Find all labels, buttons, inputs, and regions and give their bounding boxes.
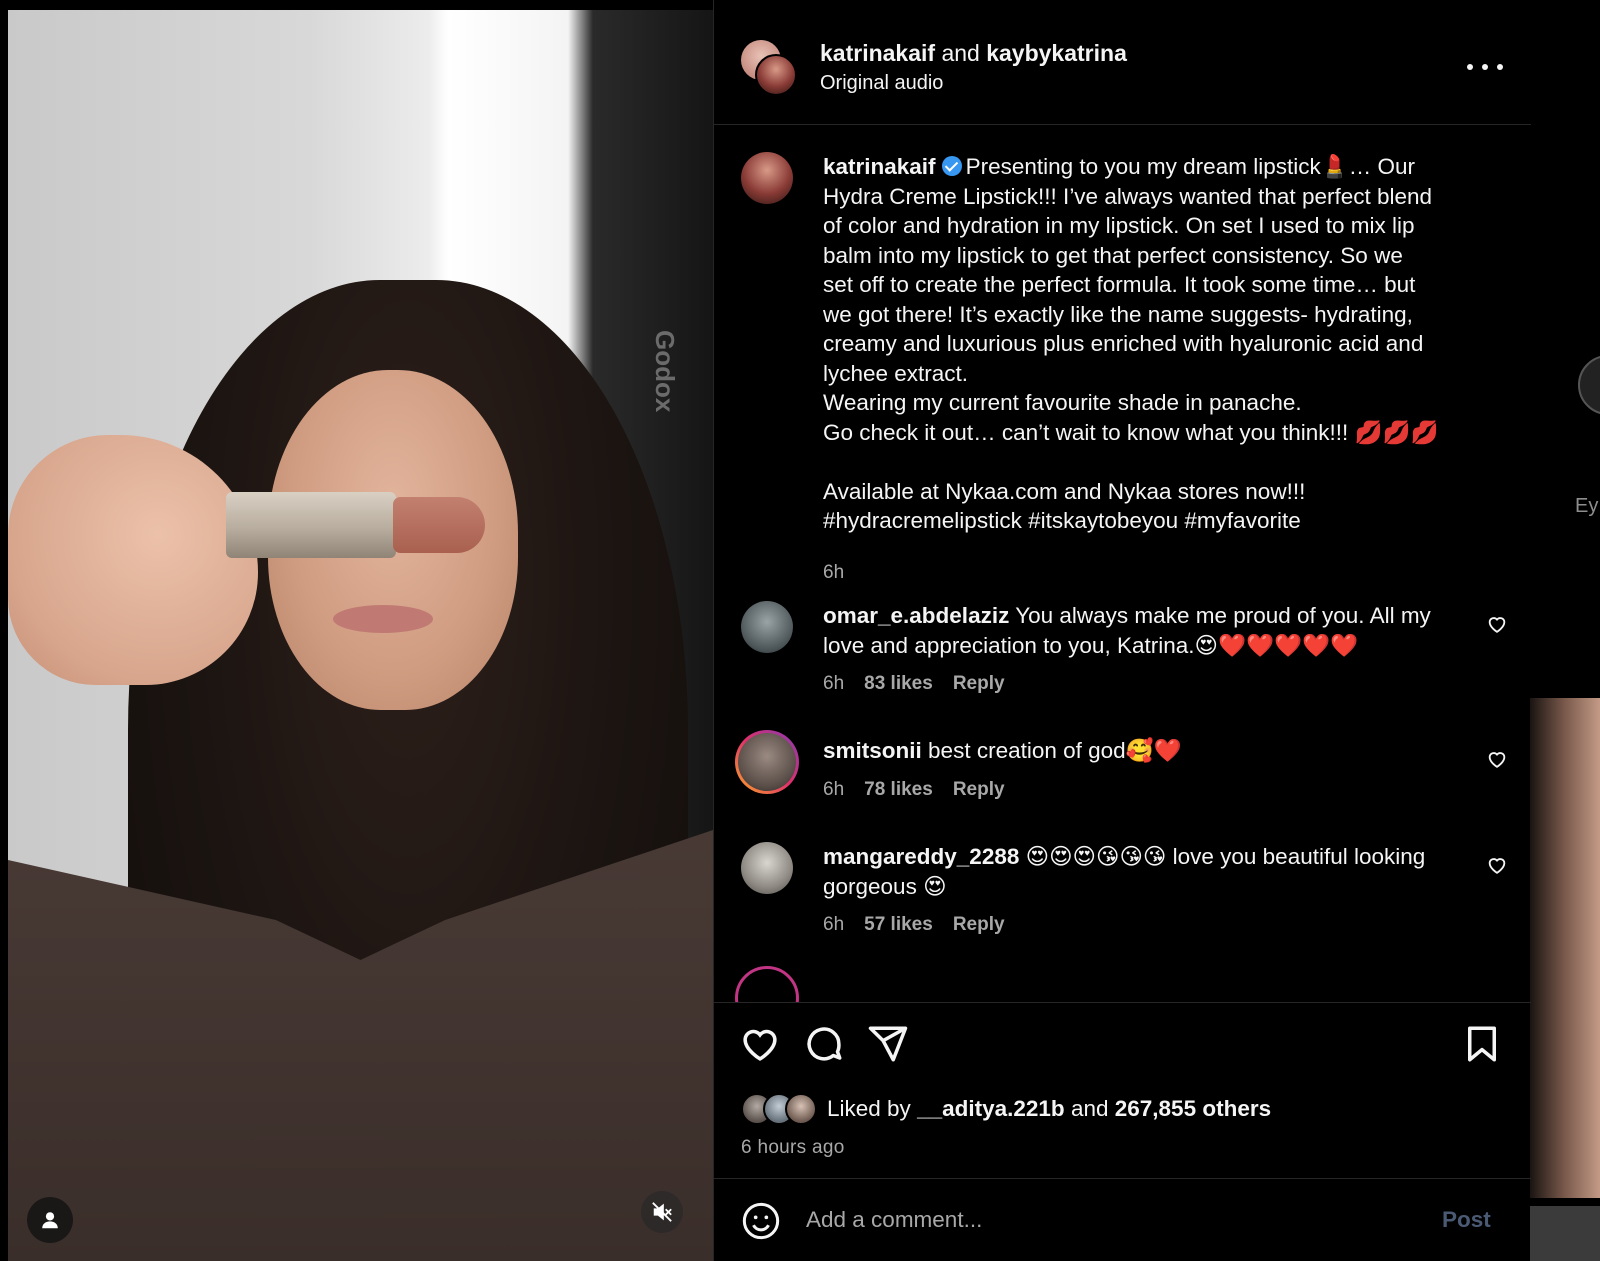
share-send-icon[interactable] <box>867 1023 909 1065</box>
next-post-footer <box>1530 1206 1600 1261</box>
caption-line: of color and hydration in my lipstick. O… <box>823 213 1415 238</box>
author-avatar[interactable] <box>755 54 797 96</box>
speaker-muted-icon <box>652 1202 672 1222</box>
user-icon <box>42 1212 58 1229</box>
comment-text: mangareddy_2288 😍😍😍😘😘😘 love you beautifu… <box>823 842 1453 901</box>
liked-by-row: Liked by __aditya.221b and 267,855 other… <box>741 1093 1271 1125</box>
caption-text: katrinakaif Presenting to you my dream li… <box>823 152 1483 536</box>
post-authors: katrinakaif and kaybykatrina <box>820 40 1127 67</box>
lipstick-case <box>226 492 396 558</box>
comment-line: best creation of god🥰❤️ <box>928 738 1182 763</box>
softbox-brand: Godox <box>650 330 680 413</box>
comments-scroll-area[interactable]: katrinakaif Presenting to you my dream li… <box>714 126 1531 1002</box>
liked-by-user-link[interactable]: __aditya.221b <box>917 1096 1065 1121</box>
add-comment-bar: Post <box>714 1178 1531 1261</box>
comment-time: 6h <box>823 673 845 694</box>
comment-input[interactable] <box>806 1197 1426 1243</box>
comment-meta: 6h 57 likes Reply <box>823 914 1005 936</box>
video-lips <box>333 605 433 633</box>
heart-icon[interactable] <box>1486 613 1508 635</box>
reel-video[interactable]: Godox <box>8 10 713 1261</box>
comment-avatar[interactable] <box>741 601 793 653</box>
caption-line: creamy and luxurious plus enriched with … <box>823 331 1424 356</box>
comment-meta: 6h 83 likes Reply <box>823 673 1005 695</box>
caption-line: lychee extract. <box>823 360 969 386</box>
comment-line: You always make me proud of you. All my <box>1015 603 1431 628</box>
author-link[interactable]: katrinakaif <box>820 40 935 66</box>
comment-bubble-icon[interactable] <box>803 1023 845 1065</box>
next-post-image <box>1530 698 1600 1198</box>
comment-time: 6h <box>823 914 845 935</box>
caption-line <box>823 447 1483 477</box>
post-header: katrinakaif and kaybykatrina Original au… <box>714 0 1531 125</box>
caption-first-line: katrinakaif Presenting to you my dream li… <box>823 152 1483 182</box>
caption-line: set off to create the perfect formula. I… <box>823 272 1416 297</box>
comment-reply-button[interactable]: Reply <box>953 914 1005 936</box>
comment-avatar-story-ring[interactable] <box>735 966 799 1002</box>
caption-line: Go check it out… can’t wait to know what… <box>823 419 1439 445</box>
heart-icon[interactable] <box>1486 748 1508 770</box>
caption-line: Hydra Creme Lipstick!!! I’ve always want… <box>823 183 1433 209</box>
mute-button[interactable] <box>641 1191 683 1233</box>
comment-username[interactable]: mangareddy_2288 <box>823 844 1019 869</box>
more-dot <box>1497 64 1503 70</box>
next-post-peek[interactable]: Ey <box>1530 0 1600 1261</box>
comment-reply-button[interactable]: Reply <box>953 673 1005 695</box>
comment-line: gorgeous 😍 <box>823 873 947 899</box>
caption-line: we got there! It’s exactly like the name… <box>823 301 1413 327</box>
more-dot <box>1467 64 1473 70</box>
comment-line: 😍😍😍😘😘😘 love you beautiful looking <box>1025 844 1426 869</box>
coauthor-link[interactable]: kaybykatrina <box>986 40 1127 66</box>
verified-badge-icon <box>941 156 962 176</box>
more-dot <box>1482 64 1488 70</box>
comment-text: omar_e.abdelaziz You always make me prou… <box>823 601 1453 660</box>
caption-line: balm into my lipstick to get that perfec… <box>823 242 1403 268</box>
comment-time: 6h <box>823 779 845 800</box>
more-options-button[interactable] <box>1467 53 1503 81</box>
comment-avatar-story-ring[interactable] <box>735 730 799 794</box>
lipstick-bullet <box>393 497 485 553</box>
post-side-panel: katrinakaif and kaybykatrina Original au… <box>713 0 1531 1261</box>
caption-line: Available at Nykaa.com and Nykaa stores … <box>823 478 1306 504</box>
comment-reply-button[interactable]: Reply <box>953 779 1005 801</box>
liker-avatar[interactable] <box>785 1093 817 1125</box>
comment-username[interactable]: omar_e.abdelaziz <box>823 603 1009 628</box>
heart-icon[interactable] <box>1486 854 1508 876</box>
comment-avatar[interactable] <box>741 842 793 894</box>
caption-avatar[interactable] <box>741 152 793 204</box>
comment-likes[interactable]: 83 likes <box>864 673 933 695</box>
audio-link[interactable]: Original audio <box>820 72 943 95</box>
caption-line: Presenting to you my dream lipstick💄… Ou… <box>965 154 1415 179</box>
caption-time: 6h <box>823 562 845 583</box>
liked-by-prefix: Liked by <box>827 1096 911 1121</box>
comment-text: smitsonii best creation of god🥰❤️ <box>823 736 1453 766</box>
authors-connector: and <box>941 40 980 66</box>
post-actions: Liked by __aditya.221b and 267,855 other… <box>714 1002 1531 1177</box>
caption-hashtags[interactable]: #hydracremelipstick #itskaytobeyou #myfa… <box>823 506 1483 536</box>
comment-line: love and appreciation to you, Katrina.😍❤… <box>823 632 1359 658</box>
emoji-smile-icon[interactable] <box>741 1201 781 1241</box>
liked-by-text: Liked by __aditya.221b and 267,855 other… <box>827 1096 1271 1122</box>
save-bookmark-icon[interactable] <box>1461 1023 1503 1065</box>
caption-line: Wearing my current favourite shade in pa… <box>823 390 1302 415</box>
comment-likes[interactable]: 57 likes <box>864 914 933 936</box>
post-comment-button[interactable]: Post <box>1442 1207 1491 1233</box>
comment-meta: 6h 78 likes Reply <box>823 779 1005 801</box>
next-post-avatar <box>1578 355 1600 415</box>
post-time-ago: 6 hours ago <box>741 1137 845 1158</box>
comment-username[interactable]: smitsonii <box>823 738 922 763</box>
likes-count-link[interactable]: 267,855 others <box>1115 1096 1271 1121</box>
like-heart-icon[interactable] <box>739 1023 781 1065</box>
next-post-text: Ey <box>1575 495 1599 517</box>
caption-username[interactable]: katrinakaif <box>823 154 936 179</box>
comment-likes[interactable]: 78 likes <box>864 779 933 801</box>
liked-by-connector: and <box>1070 1096 1109 1121</box>
tagged-users-button[interactable] <box>27 1197 73 1243</box>
